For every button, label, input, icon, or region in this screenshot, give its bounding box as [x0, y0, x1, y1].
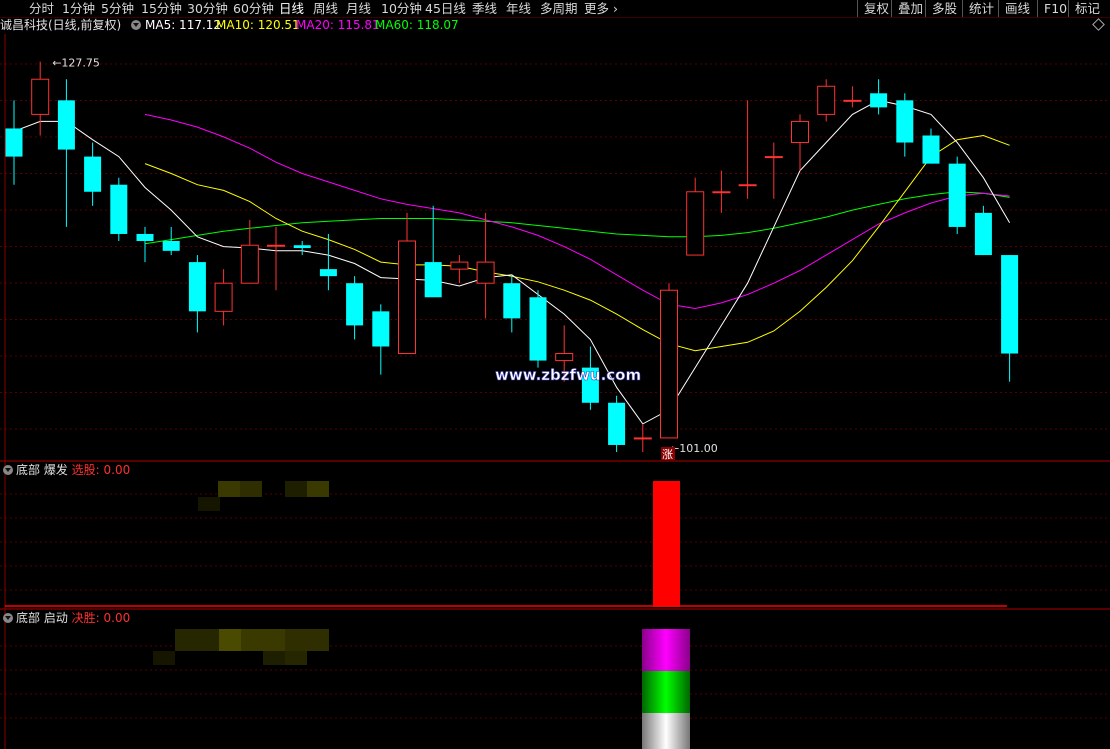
candle-body — [476, 261, 495, 284]
high-label: ←127.75 — [52, 57, 100, 70]
ma10-line — [144, 134, 1010, 352]
signal-block — [175, 629, 219, 651]
low-label: ←101.00 — [670, 442, 718, 455]
candle-body — [31, 78, 50, 115]
candle-body — [896, 100, 914, 143]
panel2-indicator: 选股: 0.00 — [71, 463, 131, 477]
candle-body — [555, 353, 574, 362]
candle-body — [503, 283, 521, 319]
candle-body — [791, 120, 809, 144]
candle-body — [293, 245, 311, 249]
candle-body — [214, 282, 233, 312]
signal-block — [198, 497, 220, 511]
candle-body — [817, 85, 836, 115]
candle-body — [633, 437, 652, 440]
candle-body — [346, 283, 364, 326]
candle-body — [162, 241, 180, 251]
green-bar — [642, 671, 690, 713]
candle-body — [240, 244, 259, 284]
collapse-icon[interactable] — [3, 465, 13, 475]
candle-body — [922, 135, 940, 164]
candle-body — [712, 191, 731, 194]
candle-body — [738, 184, 757, 187]
signal-block — [285, 629, 329, 651]
panel2-name: 底部 爆发 — [16, 463, 68, 477]
candle-body — [660, 289, 678, 439]
candle-body — [136, 233, 154, 241]
signal-block — [240, 481, 262, 497]
panel2-header: 底部 爆发 选股: 0.00 — [0, 462, 130, 478]
candle-body — [372, 311, 390, 347]
candle-body — [424, 262, 442, 298]
signal-block — [285, 651, 307, 665]
candle-body — [188, 262, 206, 312]
candle-body — [267, 244, 285, 247]
candle-body — [764, 156, 783, 159]
signal-block — [219, 629, 241, 651]
signal-block — [285, 481, 307, 497]
ma20-line — [144, 113, 1010, 310]
signal-block — [307, 481, 329, 497]
panel3-header: 底部 启动 决胜: 0.00 — [0, 610, 130, 626]
candle-body — [319, 269, 337, 277]
signal-block — [218, 481, 240, 497]
candle-body — [974, 212, 992, 256]
magenta-bar — [642, 629, 690, 671]
candle-body — [57, 100, 75, 150]
candle-body — [870, 93, 888, 108]
kline-chart[interactable]: ←127.75 ←101.00涨 www.zbzfwu.com — [0, 0, 1110, 749]
candle-body — [450, 261, 469, 270]
candle-body — [608, 402, 626, 445]
candle-body — [1001, 255, 1019, 354]
candle-body — [843, 99, 862, 102]
candle-body — [5, 128, 23, 157]
collapse-icon[interactable] — [3, 613, 13, 623]
candle-body — [84, 156, 102, 192]
candle-body — [948, 163, 966, 227]
signal-block — [263, 651, 285, 665]
candle-body — [110, 184, 128, 234]
candle-body — [398, 240, 416, 355]
signal-block — [241, 629, 285, 651]
signal-block — [153, 651, 175, 665]
candle-body — [529, 297, 547, 361]
limit-up-text: 涨 — [662, 448, 673, 461]
white-bar — [642, 713, 690, 749]
signal-bar — [653, 481, 680, 607]
panel3-name: 底部 启动 — [16, 611, 68, 625]
watermark: www.zbzfwu.com — [495, 366, 641, 384]
candle-body — [686, 191, 705, 256]
panel3-indicator: 决胜: 0.00 — [71, 611, 131, 625]
